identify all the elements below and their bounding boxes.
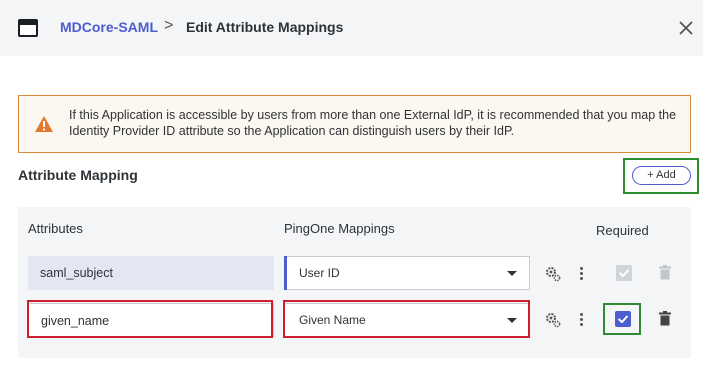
required-checkbox	[616, 265, 632, 281]
check-icon	[618, 269, 630, 278]
page-title: Edit Attribute Mappings	[186, 19, 344, 35]
breadcrumb-app-link[interactable]: MDCore-SAML	[60, 19, 158, 35]
add-mapping-button[interactable]: + Add	[632, 166, 691, 185]
close-icon[interactable]	[676, 18, 696, 38]
gear-icon[interactable]	[544, 311, 562, 329]
page-header: MDCore-SAML > Edit Attribute Mappings	[0, 0, 703, 56]
column-header-attributes: Attributes	[28, 221, 83, 236]
trash-icon[interactable]	[659, 311, 671, 326]
column-header-mappings: PingOne Mappings	[284, 221, 395, 236]
mapping-select-highlight	[283, 300, 530, 338]
attribute-input-highlight	[27, 300, 273, 338]
more-options-icon[interactable]	[578, 311, 584, 329]
select-focus-bar	[284, 256, 287, 290]
mapping-select[interactable]: User ID	[284, 256, 530, 290]
attribute-mapping-table: Attributes PingOne Mappings Required sam…	[18, 207, 691, 358]
warning-banner: If this Application is accessible by use…	[18, 95, 691, 153]
warning-message: If this Application is accessible by use…	[69, 108, 677, 138]
gear-icon[interactable]	[544, 265, 562, 283]
trash-icon	[659, 265, 671, 280]
application-icon	[18, 19, 38, 37]
more-options-icon[interactable]	[578, 265, 584, 283]
mapping-select-value: User ID	[299, 266, 340, 280]
required-checkbox[interactable]	[615, 311, 631, 327]
warning-icon	[35, 116, 53, 132]
column-header-required: Required	[596, 223, 649, 238]
attribute-name-field: saml_subject	[28, 256, 274, 290]
breadcrumb-chevron-icon: >	[164, 17, 174, 34]
section-title: Attribute Mapping	[18, 167, 138, 183]
chevron-down-icon	[507, 271, 517, 276]
check-icon	[617, 315, 629, 324]
